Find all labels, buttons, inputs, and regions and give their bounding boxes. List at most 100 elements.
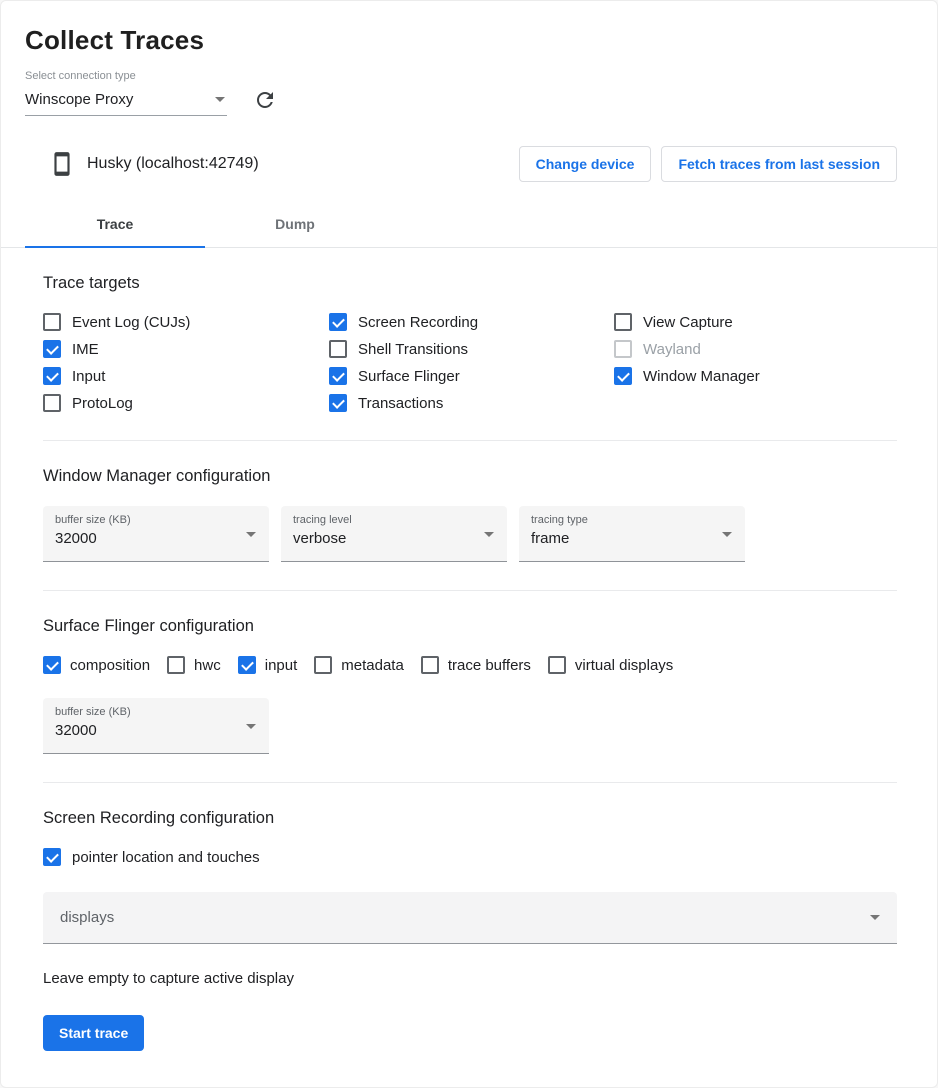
checkbox-label: metadata: [341, 657, 404, 674]
device-buttons: Change device Fetch traces from last ses…: [519, 146, 897, 182]
checkbox-sf-input[interactable]: input: [238, 656, 298, 674]
checkbox-wayland: Wayland: [614, 340, 760, 358]
sf-config-title: Surface Flinger configuration: [43, 617, 897, 636]
wm-tracing-level-select[interactable]: tracing level verbose: [281, 506, 507, 562]
displays-placeholder: displays: [60, 909, 114, 926]
checkbox-surface-flinger[interactable]: Surface Flinger: [329, 367, 614, 385]
checkbox-label: Shell Transitions: [358, 341, 468, 358]
checkbox-label: ProtoLog: [72, 395, 133, 412]
chevron-down-icon: [246, 724, 256, 729]
section-divider: [43, 782, 897, 783]
checkbox-icon: [167, 656, 185, 674]
checkbox-label: Input: [72, 368, 105, 385]
field-label: tracing type: [531, 514, 733, 526]
checkbox-screen-recording[interactable]: Screen Recording: [329, 313, 614, 331]
page-title: Collect Traces: [25, 25, 913, 56]
start-trace-button[interactable]: Start trace: [43, 1015, 144, 1051]
checkbox-label: Surface Flinger: [358, 368, 460, 385]
trace-config-content: Trace targets Event Log (CUJs) IME Input: [1, 274, 937, 1087]
checkbox-metadata[interactable]: metadata: [314, 656, 404, 674]
tab-dump[interactable]: Dump: [205, 200, 385, 247]
sf-buffer-size-select[interactable]: buffer size (KB) 32000: [43, 698, 269, 754]
checkbox-icon: [329, 340, 347, 358]
wm-buffer-size-select[interactable]: buffer size (KB) 32000: [43, 506, 269, 562]
checkbox-icon: [43, 340, 61, 358]
field-label: buffer size (KB): [55, 514, 257, 526]
chevron-down-icon: [215, 97, 225, 102]
checkbox-composition[interactable]: composition: [43, 656, 150, 674]
change-device-button[interactable]: Change device: [519, 146, 652, 182]
checkbox-protolog[interactable]: ProtoLog: [43, 394, 329, 412]
section-divider: [43, 440, 897, 441]
checkbox-label: composition: [70, 657, 150, 674]
section-divider: [43, 590, 897, 591]
tab-trace[interactable]: Trace: [25, 200, 205, 247]
checkbox-virtual-displays[interactable]: virtual displays: [548, 656, 673, 674]
device-row: Husky (localhost:42749) Change device Fe…: [1, 116, 937, 182]
checkbox-trace-buffers[interactable]: trace buffers: [421, 656, 531, 674]
chevron-down-icon: [870, 915, 880, 920]
wm-tracing-type-select[interactable]: tracing type frame: [519, 506, 745, 562]
checkbox-icon: [43, 313, 61, 331]
checkbox-icon: [548, 656, 566, 674]
trace-targets-column-2: Screen Recording Shell Transitions Surfa…: [329, 313, 614, 412]
field-value: 32000: [55, 530, 257, 547]
displays-select[interactable]: displays: [43, 892, 897, 944]
checkbox-icon: [238, 656, 256, 674]
device-name: Husky (localhost:42749): [87, 155, 259, 173]
checkbox-icon: [43, 367, 61, 385]
connection-row: Winscope Proxy: [25, 84, 913, 116]
checkbox-icon: [614, 340, 632, 358]
wm-config-title: Window Manager configuration: [43, 467, 897, 486]
field-value: verbose: [293, 530, 495, 547]
checkbox-label: Event Log (CUJs): [72, 314, 190, 331]
checkbox-hwc[interactable]: hwc: [167, 656, 221, 674]
checkbox-view-capture[interactable]: View Capture: [614, 313, 760, 331]
sr-config-title: Screen Recording configuration: [43, 809, 897, 828]
tab-dump-label: Dump: [275, 216, 315, 232]
connection-type-label: Select connection type: [25, 70, 913, 82]
checkbox-transactions[interactable]: Transactions: [329, 394, 614, 412]
checkbox-icon: [43, 656, 61, 674]
checkbox-shell-transitions[interactable]: Shell Transitions: [329, 340, 614, 358]
trace-targets-column-3: View Capture Wayland Window Manager: [614, 313, 760, 412]
fetch-traces-button[interactable]: Fetch traces from last session: [661, 146, 897, 182]
checkbox-label: Window Manager: [643, 368, 760, 385]
checkbox-input[interactable]: Input: [43, 367, 329, 385]
checkbox-label: virtual displays: [575, 657, 673, 674]
checkbox-icon: [329, 313, 347, 331]
checkbox-ime[interactable]: IME: [43, 340, 329, 358]
refresh-icon: [253, 88, 277, 112]
checkbox-icon: [314, 656, 332, 674]
wm-config-fields: buffer size (KB) 32000 tracing level ver…: [43, 506, 897, 562]
checkbox-icon: [614, 367, 632, 385]
sf-config-checkboxes: composition hwc input metadata trace buf…: [43, 656, 897, 674]
field-label: tracing level: [293, 514, 495, 526]
sf-config-fields: buffer size (KB) 32000: [43, 698, 897, 754]
trace-targets-title: Trace targets: [43, 274, 897, 293]
trace-targets-grid: Event Log (CUJs) IME Input ProtoLog: [43, 313, 897, 412]
tab-trace-label: Trace: [97, 216, 134, 232]
connection-type-select[interactable]: Winscope Proxy: [25, 85, 227, 116]
checkbox-pointer-location[interactable]: pointer location and touches: [43, 848, 897, 866]
checkbox-icon: [329, 394, 347, 412]
checkbox-label: trace buffers: [448, 657, 531, 674]
displays-hint: Leave empty to capture active display: [43, 970, 897, 987]
checkbox-label: IME: [72, 341, 99, 358]
chevron-down-icon: [246, 532, 256, 537]
smartphone-icon: [49, 151, 75, 177]
trace-targets-column-1: Event Log (CUJs) IME Input ProtoLog: [43, 313, 329, 412]
checkbox-label: View Capture: [643, 314, 733, 331]
checkbox-event-log-cujs[interactable]: Event Log (CUJs): [43, 313, 329, 331]
checkbox-icon: [329, 367, 347, 385]
checkbox-label: Wayland: [643, 341, 701, 358]
checkbox-icon: [43, 848, 61, 866]
checkbox-icon: [614, 313, 632, 331]
checkbox-window-manager[interactable]: Window Manager: [614, 367, 760, 385]
field-value: 32000: [55, 722, 257, 739]
refresh-button[interactable]: [249, 84, 281, 116]
field-value: frame: [531, 530, 733, 547]
checkbox-label: hwc: [194, 657, 221, 674]
header: Collect Traces Select connection type Wi…: [1, 1, 937, 116]
checkbox-label: Screen Recording: [358, 314, 478, 331]
